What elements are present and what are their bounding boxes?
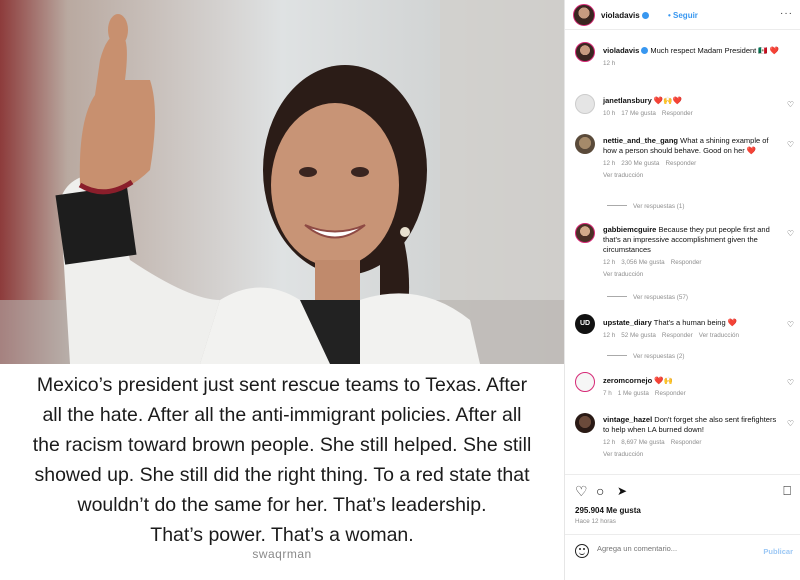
heart-icon[interactable]: ♡ xyxy=(575,483,588,500)
avatar[interactable] xyxy=(573,4,595,26)
translate-link[interactable]: Ver traducción xyxy=(603,171,783,181)
comment-text: ❤️🙌 xyxy=(654,376,673,385)
avatar[interactable]: UD xyxy=(575,314,595,334)
avatar[interactable] xyxy=(575,413,595,433)
reply-button[interactable]: Responder xyxy=(662,332,693,339)
post-header: violadavis • Seguir ··· xyxy=(565,0,800,30)
avatar[interactable] xyxy=(575,134,595,154)
view-replies-link[interactable]: Ver respuestas (1) xyxy=(607,203,684,210)
translate-link[interactable]: Ver traducción xyxy=(603,450,783,460)
comment-username[interactable]: gabbiemcguire xyxy=(603,225,656,234)
comment-likes[interactable]: 17 Me gusta xyxy=(621,110,656,117)
add-comment-bar: Publicar xyxy=(565,534,800,570)
caption-line: all the hate. After all the anti-immigra… xyxy=(42,404,522,426)
translate-link[interactable]: Ver traducción xyxy=(603,270,783,280)
caption-line: showed up. She still did the right thing… xyxy=(34,464,530,486)
comment-username[interactable]: vintage_hazel xyxy=(603,415,652,424)
publish-button[interactable]: Publicar xyxy=(763,547,793,556)
reply-button[interactable]: Responder xyxy=(655,390,686,397)
share-icon[interactable]: ➤ xyxy=(617,484,627,498)
comment-username[interactable]: zeromcornejo xyxy=(603,376,652,385)
follow-button[interactable]: • Seguir xyxy=(668,11,698,20)
comments-panel: violadavis • Seguir ··· violadavis Much … xyxy=(564,0,800,580)
comment-time: 12 h xyxy=(603,60,616,67)
comment-text: That's a human being ❤️ xyxy=(653,318,738,327)
avatar[interactable] xyxy=(575,372,595,392)
reply-button[interactable]: Responder xyxy=(671,439,702,446)
comment-time: 12 h xyxy=(603,160,616,167)
bookmark-icon[interactable]: ⎕ xyxy=(783,483,791,499)
heart-icon[interactable]: ♡ xyxy=(787,378,794,387)
heart-icon[interactable]: ♡ xyxy=(787,320,794,329)
comment-username[interactable]: janetlansbury xyxy=(603,96,652,105)
watermark: swaqrman xyxy=(252,547,312,561)
comment-likes[interactable]: 8,697 Me gusta xyxy=(621,439,664,446)
comment-icon[interactable]: ○ xyxy=(596,483,604,499)
avatar[interactable] xyxy=(575,42,595,62)
comment-text: ❤️🙌❤️ xyxy=(653,96,682,105)
comment-likes[interactable]: 52 Me gusta xyxy=(621,332,656,339)
heart-icon[interactable]: ♡ xyxy=(787,140,794,149)
likes-count[interactable]: 295.904 Me gusta xyxy=(575,506,641,515)
comment-username[interactable]: violadavis xyxy=(603,46,639,55)
reply-button[interactable]: Responder xyxy=(671,259,702,266)
comment-likes[interactable]: 230 Me gusta xyxy=(621,160,659,167)
view-replies-link[interactable]: Ver respuestas (57) xyxy=(607,294,688,301)
verified-badge-icon xyxy=(641,12,649,19)
comment-likes[interactable]: 3,056 Me gusta xyxy=(621,259,664,266)
more-options-icon[interactable]: ··· xyxy=(780,8,793,19)
caption-line: the racism toward brown people. She stil… xyxy=(32,434,532,456)
comment-username[interactable]: upstate_diary xyxy=(603,318,652,327)
comment-time: 12 h xyxy=(603,439,616,446)
heart-icon[interactable]: ♡ xyxy=(787,229,794,238)
post-image-area: Mexico’s president just sent rescue team… xyxy=(0,0,564,580)
emoji-icon[interactable] xyxy=(575,544,589,558)
reply-button[interactable]: Responder xyxy=(665,160,696,167)
comment-likes[interactable]: 1 Me gusta xyxy=(618,390,649,397)
heart-icon[interactable]: ♡ xyxy=(787,100,794,109)
comment-time: 12 h xyxy=(603,259,616,266)
post-time: Hace 12 horas xyxy=(575,518,616,525)
header-username[interactable]: violadavis xyxy=(601,11,649,20)
woman-thumbs-up-illustration xyxy=(0,0,564,364)
view-replies-link[interactable]: Ver respuestas (2) xyxy=(607,353,684,360)
avatar[interactable] xyxy=(575,223,595,243)
post-caption: Mexico’s president just sent rescue team… xyxy=(0,370,564,550)
comment-time: 12 h xyxy=(603,332,616,339)
comment-input[interactable] xyxy=(597,544,747,553)
post-photo xyxy=(0,0,564,364)
heart-icon[interactable]: ♡ xyxy=(787,419,794,428)
avatar[interactable] xyxy=(575,94,595,114)
reply-button[interactable]: Responder xyxy=(662,110,693,117)
verified-badge-icon xyxy=(641,47,649,54)
comment-text: Much respect Madam President 🇲🇽 ❤️ xyxy=(650,46,780,55)
caption-line: Mexico’s president just sent rescue team… xyxy=(36,374,528,396)
caption-line: wouldn’t do the same for her. That’s lea… xyxy=(77,494,487,516)
comment-time: 10 h xyxy=(603,110,616,117)
comment-username[interactable]: nettie_and_the_gang xyxy=(603,136,678,145)
comment-time: 7 h xyxy=(603,390,612,397)
caption-line: That’s power. That’s a woman. xyxy=(150,524,414,546)
translate-link[interactable]: Ver traducción xyxy=(699,332,739,339)
